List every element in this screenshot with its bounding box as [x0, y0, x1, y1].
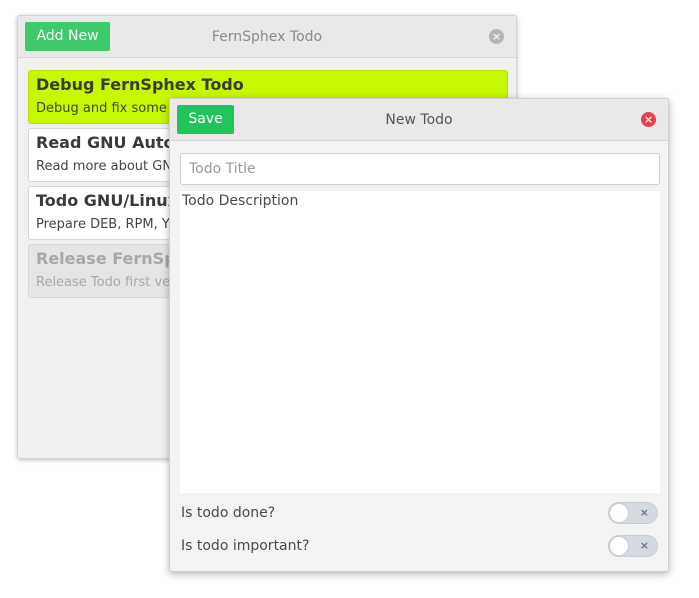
- x-icon: ×: [639, 539, 649, 552]
- dialog-header: New Todo Save ×: [170, 99, 668, 141]
- todo-title-input[interactable]: [180, 153, 660, 185]
- x-icon: ×: [639, 506, 649, 519]
- new-todo-dialog: New Todo Save × Todo Description Is todo…: [169, 98, 669, 572]
- important-toggle[interactable]: ×: [608, 535, 658, 557]
- todo-description-input[interactable]: Todo Description: [180, 191, 660, 493]
- toggle-knob: [609, 536, 629, 556]
- add-new-button[interactable]: Add New: [25, 22, 110, 51]
- important-label: Is todo important?: [181, 538, 310, 554]
- save-button[interactable]: Save: [177, 105, 234, 134]
- close-icon[interactable]: ×: [489, 29, 504, 44]
- done-label: Is todo done?: [181, 505, 276, 521]
- option-important: Is todo important? ×: [180, 533, 660, 559]
- description-placeholder: Todo Description: [182, 193, 299, 209]
- option-done: Is todo done? ×: [180, 500, 660, 526]
- todo-title: Debug FernSphex Todo: [36, 75, 244, 94]
- toggle-knob: [609, 503, 629, 523]
- dialog-title: New Todo: [385, 112, 453, 128]
- close-icon[interactable]: ×: [641, 112, 656, 127]
- done-toggle[interactable]: ×: [608, 502, 658, 524]
- main-header: FernSphex Todo Add New ×: [18, 16, 516, 58]
